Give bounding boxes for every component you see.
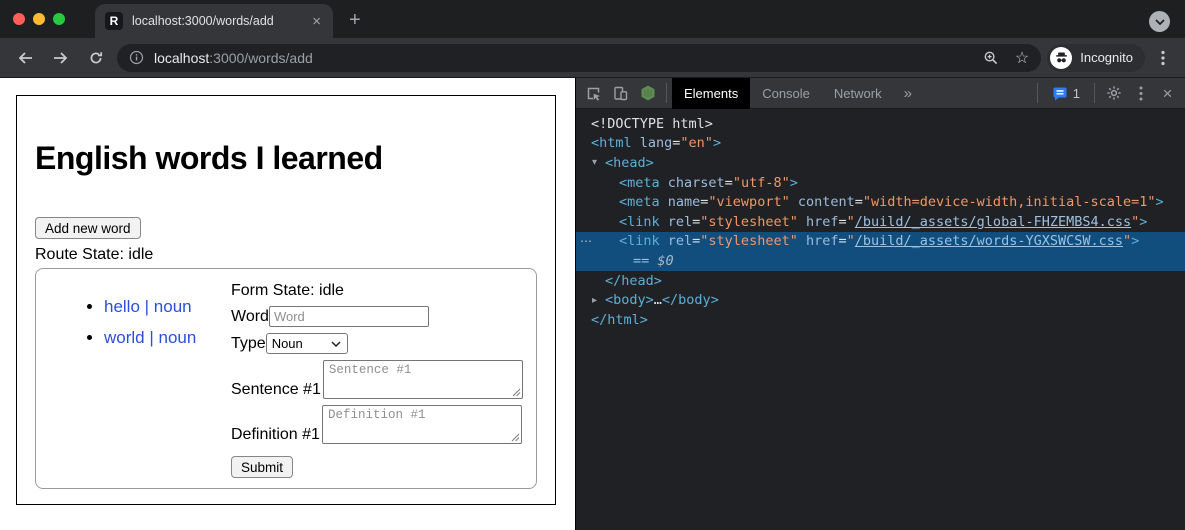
devtools-tabs: ElementsConsoleNetwork [672,78,894,109]
traffic-lights [13,13,65,25]
type-select-value: Noun [272,336,303,351]
kebab-menu-icon [1139,86,1143,101]
word-link[interactable]: hello | noun [104,297,192,316]
web-page: English words I learned Add new word Rou… [0,78,575,530]
route-state-text: Route State: idle [35,246,537,264]
resize-grip-icon[interactable] [511,433,520,442]
browser-tab[interactable]: R localhost:3000/words/add × [95,4,333,38]
browser-menu-button[interactable] [1149,50,1177,66]
devtools-code-line[interactable]: <meta charset="utf-8"> [576,173,1185,193]
zoom-window-button[interactable] [53,13,65,25]
reload-button[interactable] [78,41,113,75]
app-container: English words I learned Add new word Rou… [16,95,556,505]
devtools-code-line[interactable]: == $0 [576,251,1185,271]
resize-grip-icon[interactable] [512,388,521,397]
devtools-tab-network[interactable]: Network [822,78,894,109]
incognito-icon [1054,50,1069,65]
add-new-word-button[interactable]: Add new word [35,217,141,239]
devtools-code-line[interactable]: ⋯<link rel="stylesheet" href="/build/_as… [576,232,1185,252]
devtools-code-line[interactable]: <html lang="en"> [576,134,1185,154]
type-label: Type [231,335,266,353]
gear-icon [1106,85,1122,101]
issues-bubble-icon [1052,85,1068,101]
devtools-code-line[interactable]: </html> [576,310,1185,330]
bookmark-star-icon[interactable]: ☆ [1015,48,1029,68]
node-extension-icon[interactable] [634,78,661,109]
minimize-window-button[interactable] [33,13,45,25]
issues-count: 1 [1073,86,1080,101]
list-item: hello | noun [104,297,231,317]
issues-counter[interactable]: 1 [1043,78,1089,109]
submit-button[interactable]: Submit [231,456,293,478]
devtools-close-button[interactable]: × [1154,78,1181,109]
tab-title: localhost:3000/words/add [132,14,310,28]
browser-toolbar: localhost:3000/words/add ☆ Incognito [0,38,1185,78]
devtools-tab-console[interactable]: Console [750,78,822,109]
forward-arrow-icon [52,50,69,66]
devtools-tab-elements[interactable]: Elements [672,78,750,109]
remix-favicon-icon: R [105,12,123,30]
address-bar[interactable]: localhost:3000/words/add ☆ [117,44,1041,72]
select-chevron-icon [331,341,341,347]
incognito-label: Incognito [1080,50,1133,65]
type-select[interactable]: Noun [266,333,348,354]
back-arrow-icon [17,50,34,66]
definition-label: Definition #1 [231,426,320,444]
tab-close-icon[interactable]: × [310,14,323,29]
kebab-menu-icon [1161,50,1165,66]
new-tab-button[interactable]: + [349,10,361,30]
devtools-toolbar: ElementsConsoleNetwork » 1 × [576,78,1185,109]
stylesheet-link[interactable]: /build/_assets/global-FHZEMBS4.css [855,214,1131,230]
devtools-code-line[interactable]: <meta name="viewport" content="width=dev… [576,192,1185,212]
list-item: world | noun [104,328,231,348]
devtools-code-line[interactable]: </head> [576,271,1185,291]
chevron-down-icon [1155,19,1165,25]
definition-textarea[interactable] [322,405,522,444]
form-state-text: Form State: idle [231,282,524,300]
devtools-code-line[interactable]: <link rel="stylesheet" href="/build/_ass… [576,212,1185,232]
reload-icon [88,50,104,66]
tab-strip: R localhost:3000/words/add × + [0,0,1185,38]
devtools-menu-button[interactable] [1127,78,1154,109]
word-label: Word [231,308,269,326]
device-toolbar-icon [612,85,629,102]
add-word-form: Form State: idle Word Type Noun [231,279,524,478]
devtools-code-line[interactable]: ▸<body>…</body> [576,290,1185,310]
device-toolbar-button[interactable] [607,78,634,109]
sentence-textarea[interactable] [323,360,523,399]
back-button[interactable] [8,41,43,75]
words-panel: hello | noun world | noun Form State: idl… [35,268,537,489]
sentence-label: Sentence #1 [231,381,321,399]
node-hexagon-icon [639,84,657,102]
devtools-panel: ElementsConsoleNetwork » 1 × <!DOCTYPE h… [575,78,1185,530]
expander-down-icon[interactable]: ▾ [592,157,597,168]
word-input[interactable] [269,306,429,327]
inspect-element-button[interactable] [580,78,607,109]
url-text: localhost:3000/words/add [154,50,313,66]
site-info-icon[interactable] [129,50,144,65]
forward-button[interactable] [43,41,78,75]
page-title: English words I learned [35,140,537,177]
inspect-cursor-icon [585,85,602,102]
toolbar-divider [666,83,667,103]
settings-gear-button[interactable] [1100,78,1127,109]
zoom-in-icon [983,50,999,66]
expander-right-icon[interactable]: ▸ [592,295,597,306]
devtools-code-line[interactable]: <!DOCTYPE html> [576,114,1185,134]
zoom-button[interactable] [983,50,999,66]
stylesheet-link[interactable]: /build/_assets/words-YGXSWCSW.css [855,233,1123,249]
toolbar-divider [1094,83,1095,103]
toolbar-divider [1037,83,1038,103]
browser-window: R localhost:3000/words/add × + localhost… [0,0,1185,530]
close-window-button[interactable] [13,13,25,25]
words-list: hello | noun world | noun [36,297,231,478]
more-tabs-button[interactable]: » [894,85,922,102]
devtools-code-line[interactable]: ▾<head> [576,153,1185,173]
word-link[interactable]: world | noun [104,328,196,347]
more-actions-dots-icon[interactable]: ⋯ [580,234,593,248]
incognito-badge[interactable]: Incognito [1047,44,1145,72]
window-chevron-button[interactable] [1149,11,1170,32]
incognito-avatar [1050,47,1072,69]
devtools-code: <!DOCTYPE html><html lang="en">▾<head><m… [576,109,1185,530]
